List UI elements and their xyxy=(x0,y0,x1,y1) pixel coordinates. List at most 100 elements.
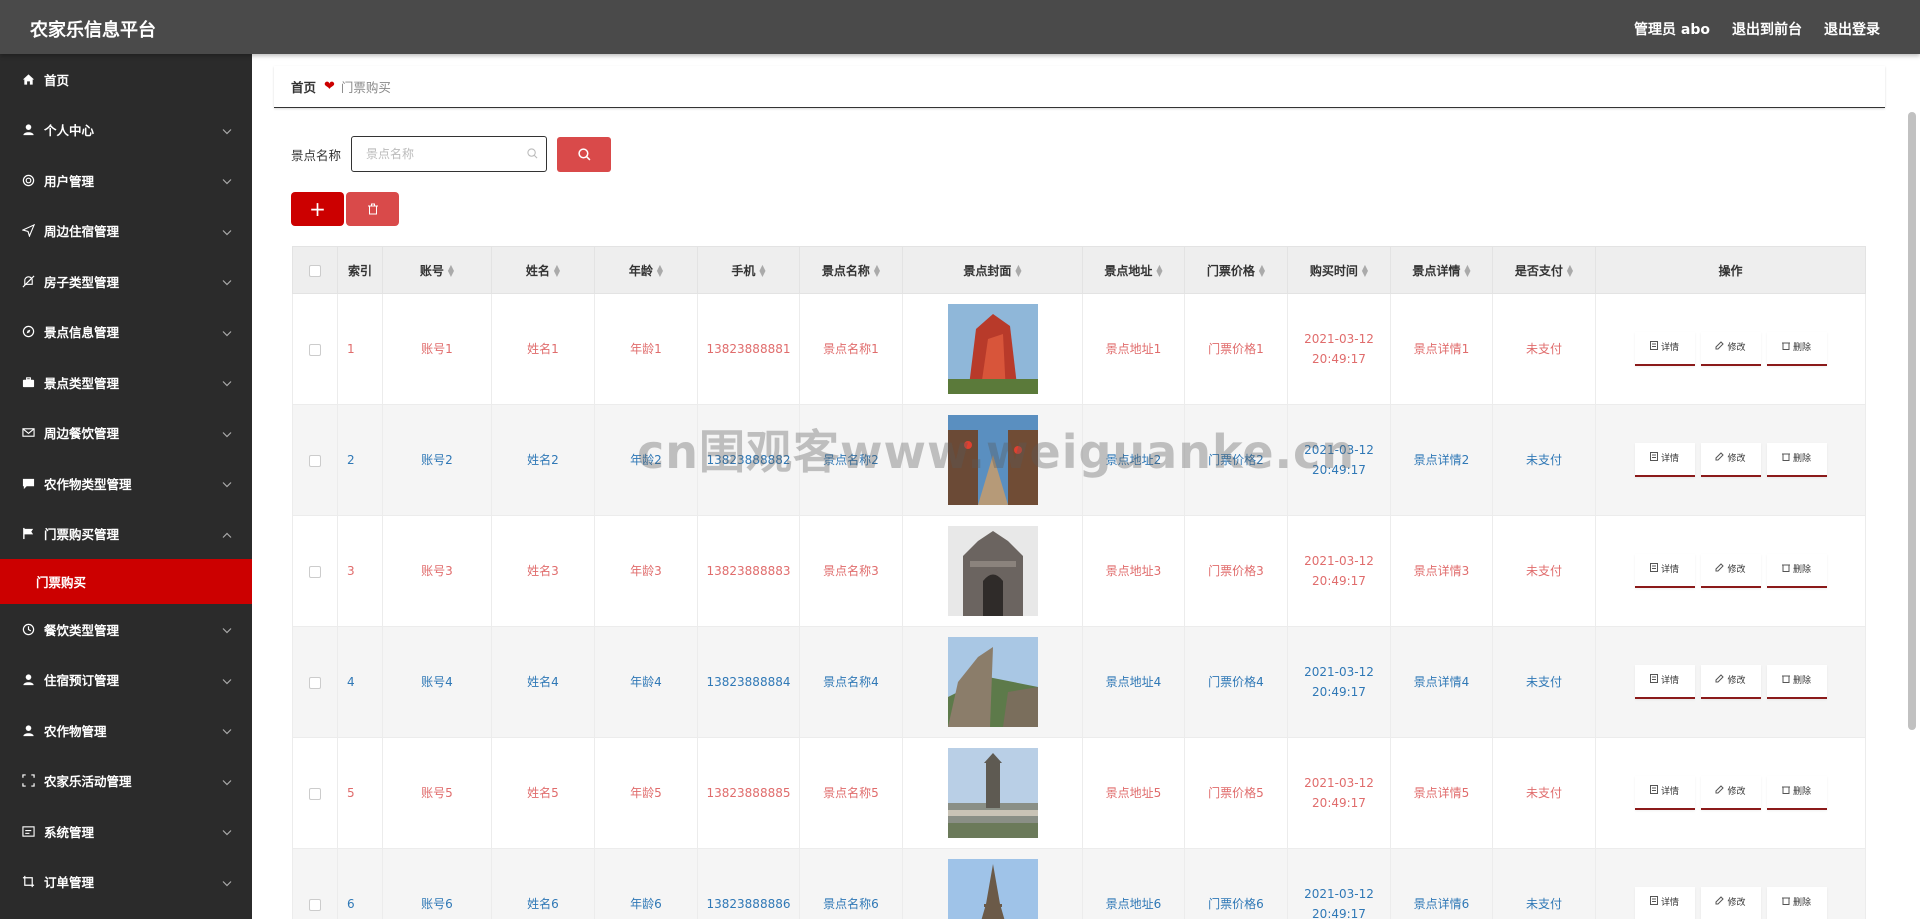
column-header[interactable]: 景点详情 ▲ ▼ xyxy=(1390,246,1493,294)
column-header[interactable]: 手机 ▲ ▼ xyxy=(697,246,800,294)
sort-icon[interactable]: ▲ ▼ xyxy=(1156,264,1162,278)
select-all-header[interactable] xyxy=(292,246,338,294)
logout-link[interactable]: 退出登录 xyxy=(1824,19,1880,39)
sidebar-item[interactable]: 周边住宿管理 xyxy=(0,206,252,257)
pencil-icon xyxy=(1715,893,1727,913)
cell-detail-text: 景点详情1 xyxy=(1413,342,1470,356)
cell-age: 年龄3 xyxy=(594,515,698,627)
row-checkbox[interactable] xyxy=(309,676,321,689)
column-header[interactable]: 姓名 ▲ ▼ xyxy=(491,246,595,294)
chevron-up-icon xyxy=(222,526,232,541)
sidebar-item[interactable]: 农作物管理 xyxy=(0,705,252,756)
sort-icon[interactable]: ▲ ▼ xyxy=(657,264,663,278)
sidebar-item[interactable]: 用户管理 xyxy=(0,155,252,206)
sort-icon[interactable]: ▲ ▼ xyxy=(759,264,765,278)
row-checkbox[interactable] xyxy=(309,565,321,578)
column-header[interactable]: 景点封面 ▲ ▼ xyxy=(902,246,1083,294)
edit-button[interactable]: 修改 xyxy=(1700,776,1761,810)
sidebar-item[interactable]: 门票购买管理 xyxy=(0,509,252,560)
sidebar-item[interactable]: 餐饮类型管理 xyxy=(0,604,252,655)
detail-button[interactable]: 详情 xyxy=(1634,665,1695,699)
fullscreen-icon xyxy=(21,774,35,788)
great-wall-photo xyxy=(903,637,1082,727)
sort-icon[interactable]: ▲ ▼ xyxy=(1567,264,1573,278)
doc-icon xyxy=(1649,449,1661,469)
add-button[interactable]: + xyxy=(291,192,344,226)
detail-button-label: 详情 xyxy=(1660,565,1679,575)
sidebar-item[interactable]: 农家乐活动管理 xyxy=(0,756,252,807)
cell-price: 门票价格2 xyxy=(1184,404,1288,516)
column-header[interactable]: 购买时间 ▲ ▼ xyxy=(1287,246,1391,294)
cell-account-text: 账号5 xyxy=(421,786,453,800)
breadcrumb-home[interactable]: 首页 xyxy=(291,77,316,96)
breadcrumb-current: 门票购买 xyxy=(340,80,391,95)
delete-button[interactable]: 删除 xyxy=(1766,554,1827,588)
sidebar-item[interactable]: 房子类型管理 xyxy=(0,256,252,307)
delete-button[interactable]: 删除 xyxy=(1766,443,1827,477)
sort-icon[interactable]: ▲ ▼ xyxy=(1464,264,1470,278)
column-header[interactable]: 景点名称 ▲ ▼ xyxy=(799,246,903,294)
cell-age-text: 年龄5 xyxy=(630,786,662,800)
sort-icon[interactable]: ▲ ▼ xyxy=(448,264,454,278)
detail-button[interactable]: 详情 xyxy=(1634,887,1695,919)
row-checkbox[interactable] xyxy=(309,898,321,911)
detail-button[interactable]: 详情 xyxy=(1634,332,1695,366)
detail-button[interactable]: 详情 xyxy=(1634,554,1695,588)
sort-icon[interactable]: ▲ ▼ xyxy=(1259,264,1265,278)
sidebar-item[interactable]: 景点信息管理 xyxy=(0,307,252,358)
delete-button[interactable]: 删除 xyxy=(1766,887,1827,919)
edit-button[interactable]: 修改 xyxy=(1700,665,1761,699)
search-button[interactable] xyxy=(557,136,612,172)
detail-button[interactable]: 详情 xyxy=(1634,776,1695,810)
pencil-icon xyxy=(1715,671,1727,691)
sort-icon[interactable]: ▲ ▼ xyxy=(554,264,560,278)
admin-name[interactable]: 管理员 abo xyxy=(1634,19,1710,39)
sort-icon[interactable]: ▲ ▼ xyxy=(1362,264,1368,278)
edit-button[interactable]: 修改 xyxy=(1700,554,1761,588)
cell-address-text: 景点地址2 xyxy=(1105,453,1162,467)
delete-button[interactable]: 删除 xyxy=(1766,776,1827,810)
search-input[interactable] xyxy=(366,147,527,161)
sidebar-item[interactable]: 景点类型管理 xyxy=(0,357,252,408)
delete-button[interactable]: 删除 xyxy=(1766,332,1827,366)
edit-button[interactable]: 修改 xyxy=(1700,332,1761,366)
edit-button[interactable]: 修改 xyxy=(1700,443,1761,477)
crop-icon xyxy=(21,875,35,889)
detail-button[interactable]: 详情 xyxy=(1634,443,1695,477)
user-icon xyxy=(21,723,35,737)
column-header[interactable]: 是否支付 ▲ ▼ xyxy=(1492,246,1596,294)
delete-button[interactable]: 删除 xyxy=(1766,665,1827,699)
select-all-checkbox[interactable] xyxy=(309,264,321,277)
doc-icon xyxy=(1649,671,1661,691)
table-row: 1 账号1 姓名1 年龄1 13823888881 景点名称1 景点地址1 门票价格1 2021… xyxy=(292,293,1866,405)
cell-name: 姓名4 xyxy=(491,626,595,738)
sort-icon[interactable]: ▲ ▼ xyxy=(874,264,880,278)
cell-paid-text: 未支付 xyxy=(1525,786,1562,800)
cell-name: 姓名5 xyxy=(491,737,595,849)
column-header[interactable]: 年龄 ▲ ▼ xyxy=(594,246,698,294)
batch-delete-button[interactable] xyxy=(346,192,399,226)
search-field[interactable] xyxy=(351,136,548,172)
doc-icon xyxy=(1649,782,1661,802)
sidebar-item[interactable]: 周边餐饮管理 xyxy=(0,408,252,459)
column-header[interactable]: 门票价格 ▲ ▼ xyxy=(1184,246,1288,294)
row-checkbox[interactable] xyxy=(309,787,321,800)
sidebar-item[interactable]: 首页 xyxy=(0,54,252,105)
column-header[interactable]: 账号 ▲ ▼ xyxy=(382,246,492,294)
trash-icon xyxy=(1781,893,1793,913)
cell-index-text: 3 xyxy=(347,564,355,578)
sidebar-item[interactable]: 农作物类型管理 xyxy=(0,458,252,509)
column-header-label: 姓名 xyxy=(525,263,550,278)
column-header[interactable]: 景点地址 ▲ ▼ xyxy=(1082,246,1185,294)
sidebar-item[interactable]: 住宿预订管理 xyxy=(0,655,252,706)
vertical-scrollbar[interactable] xyxy=(1908,112,1916,730)
edit-button[interactable]: 修改 xyxy=(1700,887,1761,919)
row-checkbox[interactable] xyxy=(309,454,321,467)
sidebar-item[interactable]: 订单管理 xyxy=(0,857,252,908)
sidebar-item[interactable]: 个人中心 xyxy=(0,105,252,156)
sidebar-item[interactable]: 系统管理 xyxy=(0,806,252,857)
front-link[interactable]: 退出到前台 xyxy=(1732,19,1802,39)
row-checkbox[interactable] xyxy=(309,343,321,356)
sidebar-subitem-active[interactable]: 门票购买 xyxy=(0,559,252,604)
sort-icon[interactable]: ▲ ▼ xyxy=(1015,264,1021,278)
